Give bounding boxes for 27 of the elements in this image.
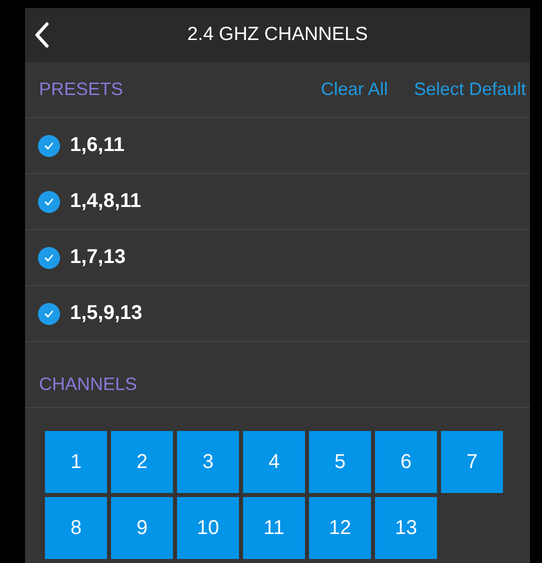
preset-label: 1,4,8,11: [70, 190, 142, 213]
preset-label: 1,5,9,13: [70, 302, 142, 325]
channel-tile[interactable]: 4: [243, 431, 305, 493]
channel-tile[interactable]: 5: [309, 431, 371, 493]
section-title: CHANNELS: [39, 374, 138, 395]
channel-tile[interactable]: 13: [375, 497, 437, 559]
checkbox-icon[interactable]: [38, 302, 60, 324]
channel-tile[interactable]: 9: [111, 497, 173, 559]
action-link[interactable]: Select Default: [414, 79, 526, 100]
channel-tile[interactable]: 8: [45, 497, 107, 559]
preset-label: 1,7,13: [70, 246, 126, 269]
channel-tile[interactable]: 2: [111, 431, 173, 493]
preset-label: 1,6,11: [70, 134, 125, 157]
checkbox-icon[interactable]: [38, 134, 60, 156]
channel-tile[interactable]: 3: [177, 431, 239, 493]
channel-tile[interactable]: 1: [45, 431, 107, 493]
channel-tile[interactable]: 12: [309, 497, 371, 559]
channel-tile[interactable]: 11: [243, 497, 305, 559]
screen-title: 2.4 GHZ CHANNELS: [186, 24, 369, 46]
checkbox-icon[interactable]: [38, 190, 60, 212]
section-title: PRESETS: [39, 79, 124, 100]
channel-tile[interactable]: 6: [375, 431, 437, 493]
checkbox-icon[interactable]: [38, 246, 60, 268]
back-icon[interactable]: [34, 22, 50, 48]
action-link[interactable]: Clear All: [320, 79, 388, 100]
channel-tile[interactable]: 7: [441, 431, 503, 493]
channel-tile[interactable]: 10: [177, 497, 239, 559]
